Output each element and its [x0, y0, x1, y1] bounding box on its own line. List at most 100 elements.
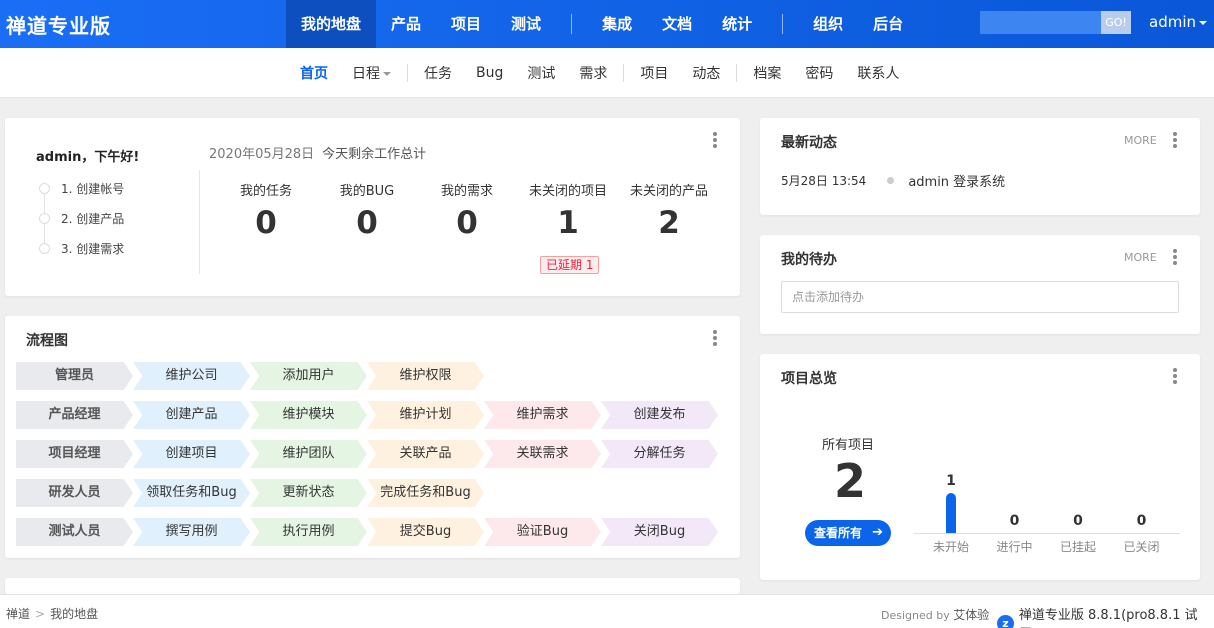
search-go-button[interactable]: GO! [1101, 11, 1131, 34]
stat-value: 2 [658, 205, 680, 241]
bar-value: 0 [1009, 513, 1020, 529]
summary-title: 今天剩余工作总计 [322, 147, 427, 162]
version-info[interactable]: z 禅道专业版 8.8.1(pro8.8.1 试用) [997, 604, 1214, 628]
user-menu[interactable]: admin [1149, 13, 1207, 31]
step-item[interactable]: 2. 创建产品 [39, 212, 124, 242]
more-vertical-icon[interactable] [1173, 368, 1177, 384]
flow-step[interactable]: 维护需求 [484, 401, 601, 429]
flowchart-panel: 流程图 管理员 维护公司 添加用户 维护权限 产品经理 创建产品 维护模块 维护计划 维护需求创… [5, 316, 740, 558]
flow-row: 研发人员 领取任务和Bug 更新状态 完成任务和Bug [16, 479, 484, 507]
flow-step[interactable]: 维护权限 [367, 362, 484, 390]
step-item[interactable]: 3. 创建需求 [39, 242, 124, 272]
flow-step[interactable]: 创建项目 [133, 440, 250, 468]
today-date: 2020年05月28日 [209, 147, 315, 162]
top-navbar: 禅道专业版 我的地盘 产品 项目 测试 集成 文档 统计 组织 后台 GO! a… [0, 0, 1214, 48]
main-nav: 我的地盘 产品 项目 测试 集成 文档 统计 组织 后台 [286, 0, 918, 48]
subnav-test[interactable]: 测试 [515, 63, 567, 83]
flow-step[interactable]: 撰写用例 [133, 518, 250, 546]
flow-step[interactable]: 验证Bug [484, 518, 601, 546]
subnav-password[interactable]: 密码 [793, 63, 845, 83]
stat-label: 我的BUG [339, 184, 395, 199]
panel-title: 最新动态 [781, 135, 837, 151]
flow-role: 研发人员 [16, 479, 133, 507]
flow-step[interactable]: 完成任务和Bug [367, 479, 484, 507]
delayed-badge[interactable]: 已延期 1 [540, 256, 600, 274]
stat-my-bugs[interactable]: 我的BUG 0 [317, 180, 417, 241]
bar-label: 进行中 [996, 540, 1033, 554]
dynamic-time: 5月28日 13:54 [781, 174, 867, 188]
flow-step[interactable]: 维护公司 [133, 362, 250, 390]
flow-step[interactable]: 更新状态 [250, 479, 367, 507]
stat-value: 1 [557, 205, 579, 241]
flow-step[interactable]: 执行用例 [250, 518, 367, 546]
subnav-project[interactable]: 项目 [628, 63, 680, 83]
designer-link[interactable]: 艾体验 [953, 608, 989, 622]
flow-step[interactable]: 维护团队 [250, 440, 367, 468]
subnav-story[interactable]: 需求 [567, 63, 619, 83]
breadcrumb-home[interactable]: 禅道 [6, 607, 30, 621]
nav-doc[interactable]: 文档 [647, 0, 707, 48]
breadcrumb-current[interactable]: 我的地盘 [50, 607, 98, 621]
flow-row: 管理员 维护公司 添加用户 维护权限 [16, 362, 484, 390]
flow-row: 测试人员 撰写用例 执行用例 提交Bug 验证Bug 关闭Bug [16, 518, 718, 546]
subnav-dynamic[interactable]: 动态 [680, 63, 732, 83]
stat-open-projects[interactable]: 未关闭的项目 1 [518, 180, 618, 241]
search-input[interactable] [980, 11, 1101, 34]
flow-step[interactable]: 添加用户 [250, 362, 367, 390]
flow-step[interactable]: 关联需求 [484, 440, 601, 468]
stat-my-stories[interactable]: 我的需求 0 [417, 180, 517, 241]
subnav-contacts[interactable]: 联系人 [845, 63, 911, 83]
chevron-right-icon: > [35, 607, 46, 621]
subnav-calendar[interactable]: 日程 [340, 63, 403, 83]
more-link[interactable]: MORE [1124, 134, 1157, 147]
view-all-button[interactable]: 查看所有 ➔ [805, 520, 891, 546]
nav-project[interactable]: 项目 [436, 0, 496, 48]
nav-divider [782, 14, 784, 34]
flow-step[interactable]: 创建产品 [133, 401, 250, 429]
dynamic-text: admin 登录系统 [908, 175, 1006, 190]
more-vertical-icon[interactable] [713, 330, 717, 346]
sub-nav: 首页 日程 任务 Bug 测试 需求 项目 动态 档案 密码 联系人 [288, 48, 911, 98]
more-vertical-icon[interactable] [1173, 132, 1177, 148]
all-projects-count: 2 [834, 454, 867, 508]
nav-company[interactable]: 组织 [798, 0, 858, 48]
more-link[interactable]: MORE [1124, 251, 1157, 264]
divider [199, 170, 200, 274]
stat-label: 未关闭的项目 [528, 184, 607, 199]
flow-step[interactable]: 关联产品 [367, 440, 484, 468]
add-todo-input[interactable]: 点击添加待办 [781, 281, 1179, 313]
bullet-icon [887, 177, 895, 184]
stat-open-products[interactable]: 未关闭的产品 2 [619, 180, 719, 241]
step-dot-icon [39, 213, 50, 224]
flow-step[interactable]: 创建发布 [601, 401, 718, 429]
stat-value: 0 [356, 205, 378, 241]
flow-step[interactable]: 分解任务 [601, 440, 718, 468]
more-vertical-icon[interactable] [713, 132, 717, 148]
nav-admin[interactable]: 后台 [858, 0, 918, 48]
subnav-profile[interactable]: 档案 [741, 63, 793, 83]
brand-logo[interactable]: 禅道专业版 [6, 10, 111, 39]
nav-product[interactable]: 产品 [376, 0, 436, 48]
nav-test[interactable]: 测试 [496, 0, 556, 48]
flow-step[interactable]: 关闭Bug [601, 518, 718, 546]
step-item[interactable]: 1. 创建帐号 [39, 182, 124, 212]
designed-by-label: Designed by [881, 609, 950, 622]
subnav-task[interactable]: 任务 [412, 63, 464, 83]
flow-step[interactable]: 维护计划 [367, 401, 484, 429]
tutorial-steps: 1. 创建帐号 2. 创建产品 3. 创建需求 [39, 182, 124, 272]
dynamic-item[interactable]: 5月28日 13:54 admin 登录系统 [781, 171, 1005, 190]
flow-step[interactable]: 维护模块 [250, 401, 367, 429]
nav-my[interactable]: 我的地盘 [286, 0, 377, 48]
subnav-home[interactable]: 首页 [288, 63, 340, 83]
flow-step[interactable]: 提交Bug [367, 518, 484, 546]
stat-my-tasks[interactable]: 我的任务 0 [216, 180, 316, 241]
subnav-bug[interactable]: Bug [464, 65, 515, 81]
nav-ci[interactable]: 集成 [587, 0, 647, 48]
more-vertical-icon[interactable] [1173, 249, 1177, 265]
step-label: 3. 创建需求 [61, 242, 125, 256]
nav-report[interactable]: 统计 [707, 0, 767, 48]
view-all-label: 查看所有 [814, 526, 863, 540]
flow-step[interactable]: 领取任务和Bug [133, 479, 250, 507]
step-dot-icon [39, 243, 50, 254]
bar-value: 0 [1073, 513, 1083, 529]
